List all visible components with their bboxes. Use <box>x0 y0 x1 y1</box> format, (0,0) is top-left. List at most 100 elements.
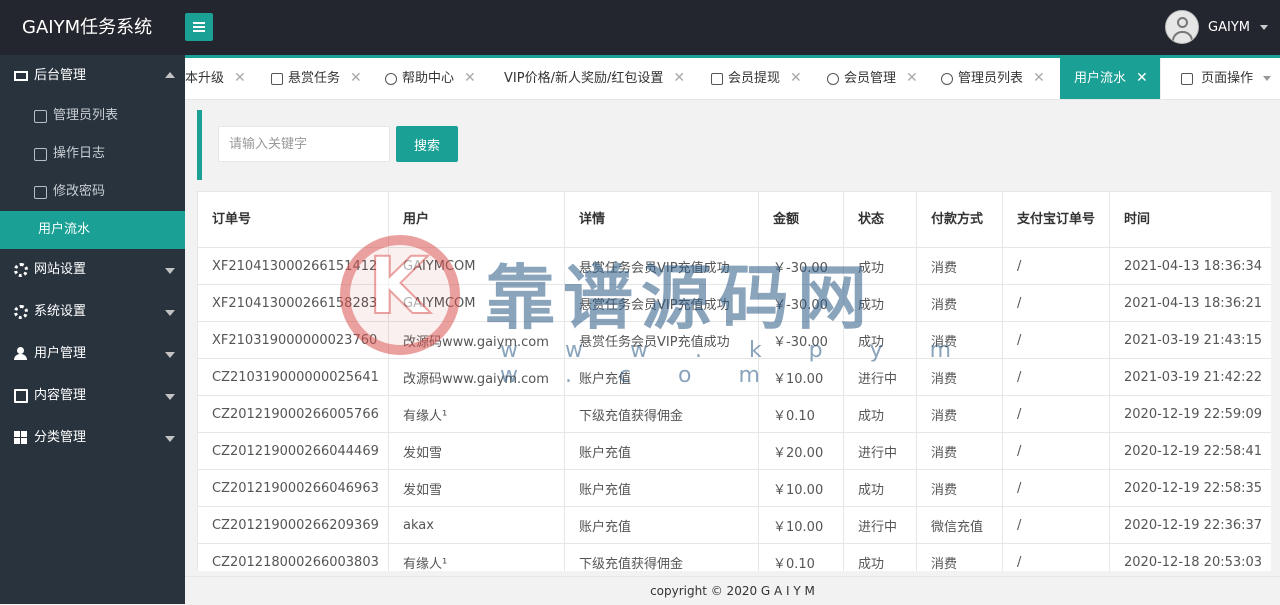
table-row[interactable]: CZ201219000266046963 发如雪 账户充值 ￥10.00 成功 消费/20… <box>197 469 1271 507</box>
sidebar-group-label: 用户管理 <box>34 346 87 361</box>
sidebar: 后台管理 管理员列表 操作日志 修改密码 用户流水 网站设置 系统设置 用户管理 <box>0 55 185 604</box>
table-cell: 改源码www.gaiym.com <box>388 358 565 396</box>
tab-withdrawals[interactable]: 会员提现 ✕ <box>697 58 816 99</box>
sidebar-item-label: 修改密码 <box>53 184 106 199</box>
tab-upgrade[interactable]: 本升级 ✕ <box>185 58 260 99</box>
tab-admin-list[interactable]: 管理员列表 ✕ <box>927 58 1059 99</box>
sidebar-group-system-settings[interactable]: 系统设置 <box>0 291 185 333</box>
table-cell: ￥-30.00 <box>758 247 844 285</box>
tab-bounty-tasks[interactable]: 悬赏任务 ✕ <box>257 58 376 99</box>
table-cell: 消费 <box>916 321 1003 359</box>
table-cell: 账户充值 <box>564 432 759 470</box>
table-row[interactable]: CZ201219000266044469 发如雪 账户充值 ￥20.00 进行中 消费/2… <box>197 432 1271 470</box>
table-cell: CZ201219000266046963 <box>197 469 389 507</box>
chevron-down-icon <box>165 352 175 358</box>
close-icon[interactable]: ✕ <box>1033 58 1045 99</box>
page-operations-menu[interactable]: 页面操作 <box>1160 58 1280 99</box>
close-icon[interactable]: ✕ <box>673 58 685 99</box>
column-header: 详情 <box>564 191 759 248</box>
tab-user-flow[interactable]: 用户流水 ✕ <box>1060 58 1162 99</box>
table-cell: 成功 <box>843 395 917 433</box>
table-row[interactable]: CZ201218000266003803 有缘人¹ 下级充值获得佣金 ￥0.10 成功消… <box>197 543 1271 571</box>
sidebar-group-backend[interactable]: 后台管理 <box>0 55 185 97</box>
table-cell: 成功 <box>843 469 917 507</box>
table-cell: 消费 <box>916 395 1003 433</box>
table-cell: 消费 <box>916 247 1003 285</box>
sub-menu: 管理员列表 操作日志 修改密码 用户流水 <box>0 97 185 249</box>
table-cell: ￥20.00 <box>758 432 844 470</box>
close-icon[interactable]: ✕ <box>906 58 918 99</box>
tab-label: 本升级 <box>185 71 225 86</box>
sidebar-item-admin-list[interactable]: 管理员列表 <box>0 97 185 135</box>
tab-label: VIP价格/新人奖励/红包设置 <box>504 71 664 86</box>
table-cell: 进行中 <box>843 506 917 544</box>
close-icon[interactable]: ✕ <box>790 58 802 99</box>
sidebar-item-operation-log[interactable]: 操作日志 <box>0 135 185 173</box>
table-row[interactable]: CZ201219000266209369 akax 账户充值 ￥10.00 进行中 微信充… <box>197 506 1271 544</box>
column-header: 时间 <box>1109 191 1271 248</box>
column-header: 金额 <box>758 191 844 248</box>
sidebar-group-label: 系统设置 <box>34 304 87 319</box>
chevron-down-icon <box>1263 76 1272 81</box>
user-name: GAIYM <box>1208 19 1250 35</box>
table-cell: 悬赏任务会员VIP充值成功 <box>564 284 759 322</box>
table-cell: 改源码www.gaiym.com <box>388 321 565 359</box>
table-cell: XF210413000266151412 <box>197 247 389 285</box>
gear-icon <box>14 263 28 277</box>
close-icon[interactable]: ✕ <box>350 58 362 99</box>
table-cell: / <box>1002 321 1110 359</box>
sidebar-group-label: 内容管理 <box>34 388 87 403</box>
tab-help-center[interactable]: 帮助中心 ✕ <box>371 58 490 99</box>
chevron-down-icon <box>165 394 175 400</box>
table-row[interactable]: XF210319000000023760 改源码www.gaiym.com 悬赏任务… <box>197 321 1271 359</box>
tab-label: 帮助中心 <box>402 71 455 86</box>
close-icon[interactable]: ✕ <box>234 58 246 99</box>
table-row[interactable]: CZ210319000000025641 改源码www.gaiym.com 账户充值… <box>197 358 1271 396</box>
close-icon[interactable]: ✕ <box>1136 58 1148 99</box>
sidebar-item-change-password[interactable]: 修改密码 <box>0 173 185 211</box>
column-header: 状态 <box>843 191 917 248</box>
tab-label: 悬赏任务 <box>288 71 341 86</box>
table-row[interactable]: CZ201219000266005766 有缘人¹ 下级充值获得佣金 ￥0.10 成功消… <box>197 395 1271 433</box>
table-cell: 成功 <box>843 247 917 285</box>
table-cell: 账户充值 <box>564 469 759 507</box>
table-cell: ￥0.10 <box>758 395 844 433</box>
hand-icon <box>1181 72 1193 85</box>
table-cell: 发如雪 <box>388 469 565 507</box>
table-cell: ￥-30.00 <box>758 284 844 322</box>
menu-toggle-icon[interactable] <box>185 13 213 41</box>
page-operations-label: 页面操作 <box>1201 71 1254 86</box>
table-cell: 消费 <box>916 358 1003 396</box>
user-menu[interactable]: GAIYM <box>1165 10 1268 44</box>
table-row[interactable]: XF210413000266158283 GAIYMCOM 悬赏任务会员VIP充值成… <box>197 284 1271 322</box>
table-cell: CZ210319000000025641 <box>197 358 389 396</box>
search-input[interactable] <box>218 126 390 162</box>
tab-vip-settings[interactable]: VIP价格/新人奖励/红包设置 ✕ <box>490 58 699 99</box>
table-cell: GAIYMCOM <box>388 247 565 285</box>
chevron-up-icon <box>165 72 175 78</box>
sidebar-item-user-flow[interactable]: 用户流水 <box>0 211 185 249</box>
app-title: GAIYM任务系统 <box>22 17 153 38</box>
sidebar-group-user-management[interactable]: 用户管理 <box>0 333 185 375</box>
sidebar-group-label: 分类管理 <box>34 430 87 445</box>
table-cell: 2021-04-13 18:36:21 <box>1109 284 1271 322</box>
sidebar-group-content-management[interactable]: 内容管理 <box>0 375 185 417</box>
search-button[interactable]: 搜索 <box>396 126 458 162</box>
table-row[interactable]: XF210413000266151412 GAIYMCOM 悬赏任务会员VIP充值成… <box>197 247 1271 285</box>
chevron-down-icon <box>165 436 175 442</box>
table-cell: 消费 <box>916 543 1003 571</box>
sidebar-group-category-management[interactable]: 分类管理 <box>0 417 185 459</box>
document-icon <box>14 389 28 403</box>
table-cell: 2020-12-19 22:59:09 <box>1109 395 1271 433</box>
table-cell: CZ201219000266005766 <box>197 395 389 433</box>
sidebar-item-label: 用户流水 <box>38 222 91 237</box>
tab-member-management[interactable]: 会员管理 ✕ <box>813 58 932 99</box>
sidebar-group-label: 网站设置 <box>34 262 87 277</box>
close-icon[interactable]: ✕ <box>464 58 476 99</box>
sidebar-group-label: 后台管理 <box>34 68 87 83</box>
sidebar-group-site-settings[interactable]: 网站设置 <box>0 249 185 291</box>
tab-label: 会员管理 <box>844 71 897 86</box>
table-cell: 2020-12-19 22:58:35 <box>1109 469 1271 507</box>
table-cell: 有缘人¹ <box>388 543 565 571</box>
table-cell: CZ201219000266209369 <box>197 506 389 544</box>
